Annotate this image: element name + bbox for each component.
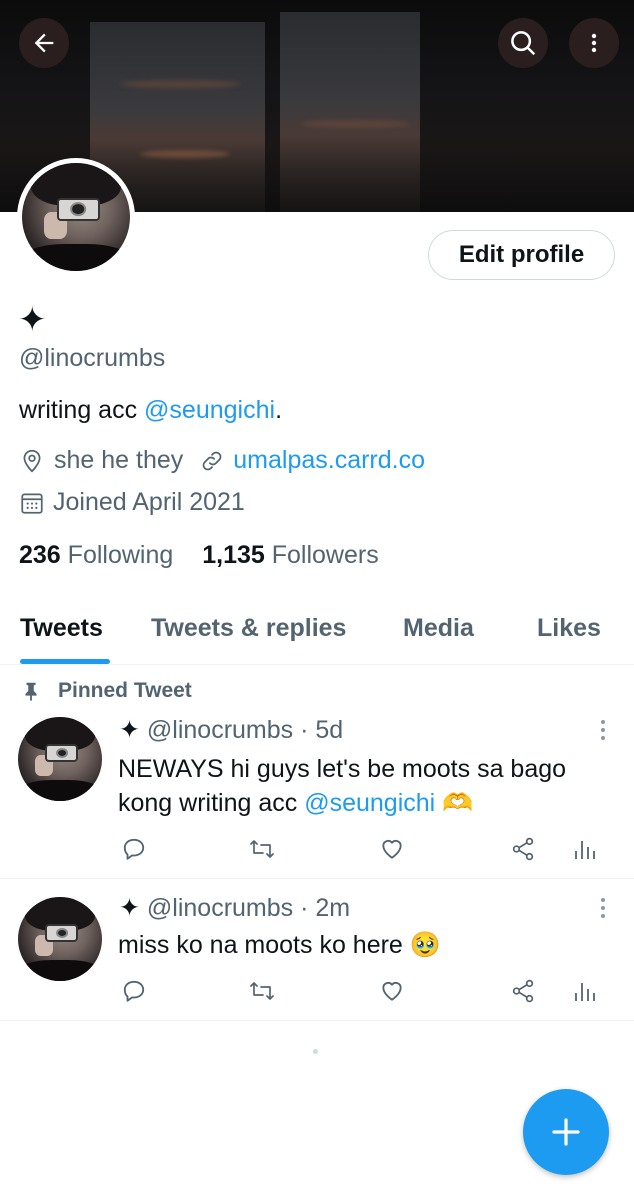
tweet-handle[interactable]: @linocrumbs	[147, 894, 293, 922]
profile-handle: @linocrumbs	[19, 344, 166, 372]
search-icon	[511, 31, 536, 56]
analytics-icon	[575, 841, 595, 859]
tweet-divider	[0, 1020, 634, 1021]
share-icon	[512, 979, 534, 1003]
pin-icon	[25, 682, 37, 702]
following-link[interactable]: 236 Following	[19, 541, 173, 569]
profile-bio: writing acc @seungichi.	[19, 396, 282, 425]
tweet-handle[interactable]: @linocrumbs	[147, 716, 293, 744]
tab-media[interactable]: Media	[403, 614, 474, 643]
tweet-emoji: 🥹	[409, 931, 441, 959]
location-pin-icon	[23, 449, 41, 473]
more-vertical-icon	[601, 898, 605, 918]
bio-end: .	[275, 396, 283, 424]
loading-dot	[313, 1049, 318, 1054]
analytics-button[interactable]	[570, 977, 598, 1005]
arrow-left-icon	[34, 33, 54, 53]
banner-cloud	[140, 150, 230, 158]
bio-text: writing acc	[19, 396, 145, 424]
pinned-indicator: Pinned Tweet	[20, 679, 192, 703]
profile-tabs: Tweets Tweets & replies Media Likes	[0, 600, 634, 665]
share-button[interactable]	[509, 835, 537, 863]
tweet-display-name[interactable]: ✦	[119, 894, 140, 922]
banner-window-right	[280, 12, 420, 212]
share-icon	[512, 837, 534, 861]
profile-location: she he they	[54, 446, 184, 474]
reply-icon	[123, 980, 145, 1002]
analytics-button[interactable]	[570, 835, 598, 863]
bio-mention-link[interactable]: @seungichi	[144, 396, 275, 424]
tweet-actions	[120, 835, 600, 865]
profile-avatar[interactable]	[17, 158, 135, 276]
plus-icon	[552, 1118, 580, 1146]
retweet-icon	[250, 840, 274, 858]
tab-likes[interactable]: Likes	[537, 614, 601, 643]
tweet-emoji: 🫶	[442, 789, 474, 817]
retweet-button[interactable]	[248, 977, 276, 1005]
active-tab-indicator	[20, 659, 110, 664]
like-button[interactable]	[378, 977, 406, 1005]
calendar-icon	[21, 492, 43, 514]
more-vertical-icon	[601, 720, 605, 740]
banner-cloud	[300, 120, 410, 128]
profile-joined-row: Joined April 2021	[19, 488, 245, 517]
tweet-actions	[120, 977, 600, 1007]
tweet-avatar[interactable]	[18, 897, 102, 981]
more-button[interactable]	[569, 18, 619, 68]
banner-cloud	[120, 80, 240, 88]
back-button[interactable]	[19, 18, 69, 68]
retweet-icon	[250, 982, 274, 1000]
tweet-text-line2: kong writing acc	[118, 789, 305, 817]
more-vertical-icon	[591, 33, 597, 53]
link-icon	[202, 451, 222, 470]
tweet-display-name[interactable]: ✦	[119, 716, 140, 744]
tab-tweets[interactable]: Tweets	[20, 614, 103, 643]
tab-tweets-replies[interactable]: Tweets & replies	[151, 614, 346, 643]
like-button[interactable]	[378, 835, 406, 863]
following-count: 236	[19, 541, 61, 569]
tweet-more-button[interactable]	[593, 717, 613, 743]
tweet-header: ✦ @linocrumbs · 5d	[119, 715, 343, 745]
reply-icon	[123, 838, 145, 860]
followers-label: Followers	[271, 541, 379, 569]
avatar-image	[22, 163, 130, 271]
heart-icon	[382, 840, 402, 859]
tweet-text: NEWAYS hi guys let's be moots sa bago ko…	[118, 752, 566, 820]
tweet-text: miss ko na moots ko here 🥹	[118, 928, 441, 962]
tweet-text-body: miss ko na moots ko here	[118, 931, 403, 959]
pinned-label: Pinned Tweet	[58, 679, 192, 702]
tweet-mention-link[interactable]: @seungichi	[304, 789, 435, 817]
share-button[interactable]	[509, 977, 537, 1005]
followers-link[interactable]: 1,135 Followers	[202, 541, 379, 569]
tweet-more-button[interactable]	[593, 895, 613, 921]
tweet-time[interactable]: · 5d	[300, 716, 343, 744]
compose-tweet-button[interactable]	[523, 1089, 609, 1175]
followers-count: 1,135	[202, 541, 265, 569]
reply-button[interactable]	[120, 835, 148, 863]
edit-profile-button[interactable]: Edit profile	[428, 230, 615, 280]
search-button[interactable]	[498, 18, 548, 68]
follow-stats: 236 Following 1,135 Followers	[19, 541, 379, 570]
tweet-header: ✦ @linocrumbs · 2m	[119, 893, 350, 923]
heart-icon	[382, 982, 402, 1001]
avatar-image	[18, 897, 102, 981]
avatar-image	[18, 717, 102, 801]
reply-button[interactable]	[120, 977, 148, 1005]
profile-joined-date: Joined April 2021	[53, 488, 245, 516]
retweet-button[interactable]	[248, 835, 276, 863]
analytics-icon	[575, 983, 595, 1001]
profile-meta-row: she he they umalpas.carrd.co	[19, 446, 425, 475]
display-name: ✦	[18, 301, 47, 339]
tweet-text-line1: NEWAYS hi guys let's be moots sa bago	[118, 755, 567, 783]
following-label: Following	[67, 541, 174, 569]
tweet-time[interactable]: · 2m	[300, 894, 350, 922]
profile-website-link[interactable]: umalpas.carrd.co	[233, 446, 425, 475]
tweet-divider	[0, 878, 634, 879]
tweet-avatar[interactable]	[18, 717, 102, 801]
